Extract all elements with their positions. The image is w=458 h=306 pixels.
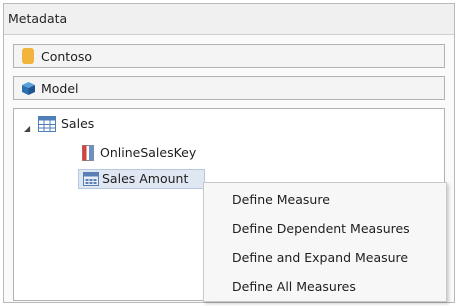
column-icon xyxy=(82,145,94,161)
tree-node-sales-amount[interactable]: Sales Amount xyxy=(78,169,205,189)
tree-node-onlinesaleskey[interactable]: OnlineSalesKey xyxy=(100,145,196,160)
database-selector-label: Contoso xyxy=(41,49,93,64)
model-selector[interactable]: Model xyxy=(13,76,445,100)
menu-item-define-all-measures[interactable]: Define All Measures xyxy=(232,279,356,294)
expand-collapse-icon[interactable]: ◢ xyxy=(24,124,30,133)
tree-node-sales-amount-label: Sales Amount xyxy=(102,171,189,186)
context-menu: Define Measure Define Dependent Measures… xyxy=(203,182,447,302)
menu-item-define-and-expand-measure[interactable]: Define and Expand Measure xyxy=(232,250,408,265)
tree-node-sales[interactable]: Sales xyxy=(61,116,94,131)
menu-item-define-dependent-measures[interactable]: Define Dependent Measures xyxy=(232,221,410,236)
database-icon xyxy=(22,48,34,64)
cube-icon xyxy=(22,82,35,95)
panel-header: Metadata xyxy=(4,4,454,35)
menu-item-define-measure[interactable]: Define Measure xyxy=(232,192,330,207)
model-selector-label: Model xyxy=(41,81,79,96)
panel-title: Metadata xyxy=(8,11,68,26)
measure-icon xyxy=(83,172,99,186)
database-selector[interactable]: Contoso xyxy=(13,44,445,68)
table-icon xyxy=(38,116,56,132)
